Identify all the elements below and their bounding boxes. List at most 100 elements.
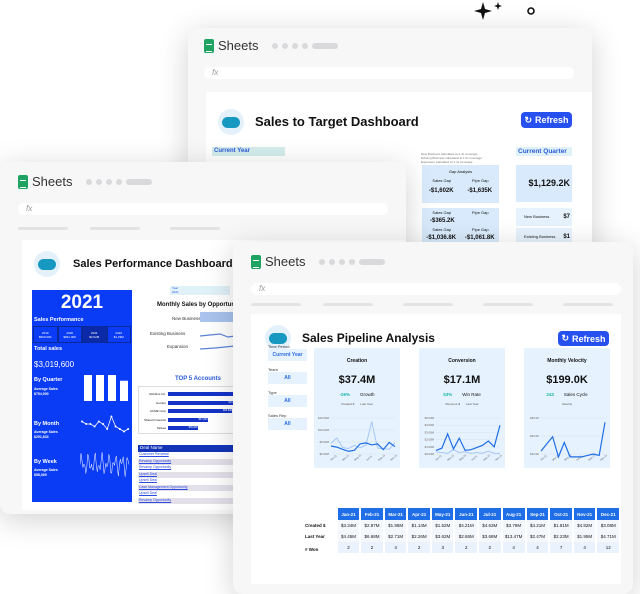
refresh-button[interactable]: ↻ Refresh: [521, 112, 572, 128]
kpi-card: Monthly Velocity $199.0K 243 Sales Cycle Vel…: [524, 348, 610, 468]
table-cell: $1.81M: [550, 520, 572, 531]
account-row: Stokes $35,800: [156, 426, 198, 430]
table-cell: $2.65M: [455, 531, 478, 542]
table-cell: $2.87M: [361, 520, 383, 531]
year-option[interactable]: 2021 $3.02M: [82, 326, 107, 343]
legend-entry: Created $: [341, 402, 355, 406]
formula-bar[interactable]: fx: [18, 203, 388, 215]
line-chart: $5.00M $4.00M $3.00M $2.00M $1.00M $0.00MJan-…: [425, 416, 504, 462]
quarter-row: New Business $7: [516, 208, 572, 226]
table-cell: $1.14M: [408, 520, 430, 531]
month-header: Feb-21: [361, 508, 383, 520]
kpi-value: $17.1M: [443, 374, 481, 386]
year-heading: 2021: [60, 292, 104, 313]
account-row: Robbins Inc.: [139, 391, 236, 397]
quarter-value: $1,129.2K: [516, 165, 572, 202]
table-cell: $4.21M: [455, 520, 478, 531]
table-cell: 4: [573, 542, 596, 553]
table-row: # Won 2 2 4 2 3 2 2 4 4 7 4 12: [305, 542, 619, 553]
sparkline: [200, 333, 235, 350]
formula-bar[interactable]: fx: [251, 283, 621, 295]
year-option[interactable]: 2020 $991.00K: [57, 326, 82, 343]
y-tick: $10.00M: [318, 428, 330, 432]
year-filter[interactable]: Year 2021: [170, 286, 230, 295]
table-cell: $3.62M: [431, 531, 454, 542]
year-option[interactable]: 2019 $600.00K: [33, 326, 58, 343]
y-tick: $20.0K: [530, 434, 539, 438]
line-chart: $15.00M$10.00M$5.00M$0.00MJan-21 Mar-21 Ma…: [318, 416, 398, 462]
chart-title: Monthly Sales by Opportun: [157, 302, 236, 308]
month-header: Dec-21: [597, 508, 619, 520]
sparkline: [200, 312, 235, 322]
deal-table-header: Deal Name: [138, 445, 235, 452]
account-bar: [168, 392, 234, 396]
legend-entry: Last Year: [466, 402, 479, 406]
x-tick: Sep-21: [377, 453, 386, 462]
table-cell: $1.52M: [431, 520, 454, 531]
y-tick: $10.0K: [530, 452, 539, 456]
y-tick: $0.00M: [320, 452, 330, 456]
table-cell: $2.47M: [526, 531, 549, 542]
x-tick: Jul-21: [575, 454, 583, 462]
account-bar: $35,800: [168, 426, 198, 430]
legend-entry: Last Year: [360, 402, 373, 406]
line-chart: $30.0K$20.0K$10.0KJan-21 Mar-21 May-21 Jul-…: [530, 416, 608, 462]
y-tick: $5.00M: [320, 440, 330, 444]
x-tick: Nov-21: [494, 453, 503, 462]
month-header: Jun-21: [455, 508, 478, 520]
filter-dropdown[interactable]: All: [268, 372, 307, 384]
table-cell: $2.26M: [408, 531, 430, 542]
table-cell: 2: [408, 542, 430, 553]
quarter-bar: [84, 375, 92, 401]
kpi-card: Creation $37.4M -26% Growth Created $ Last Ye…: [314, 348, 400, 468]
quarter-bar: [96, 375, 104, 401]
table-cell: $3.79M: [502, 520, 525, 531]
year-selector[interactable]: 2019 $600.00K 2020 $991.00K 2021 $3.02M 2022 $1…: [33, 326, 131, 343]
table-cell: 4: [384, 542, 407, 553]
x-tick: Jul-21: [470, 454, 478, 462]
current-quarter-label: Current Quarter: [516, 147, 572, 156]
account-bar: $47,200: [168, 417, 208, 422]
y-tick: $0.00M: [425, 452, 435, 456]
series-last-year: [330, 421, 396, 450]
month-header: Jul-21: [479, 508, 501, 520]
quarter-bar: [108, 375, 116, 401]
table-cell: $4.82M: [573, 520, 596, 531]
table-cell: $3.68M: [479, 531, 501, 542]
sheets-icon: [204, 38, 214, 53]
total-sales-value: $3,019,600: [34, 360, 75, 369]
deal-row[interactable]: Revamp Opportunity: [138, 497, 235, 504]
page-title: Sales Pipeline Analysis: [302, 331, 435, 345]
y-tick: $3.00M: [425, 430, 435, 434]
table-cell: $4.71M: [597, 531, 619, 542]
monthly-table: Jan-21 Feb-21 Mar-21 Apr-21 May-21 Jun-21 Jul-…: [303, 508, 621, 553]
month-header: Apr-21: [408, 508, 430, 520]
page-title: Sales to Target Dashboard: [255, 114, 419, 129]
formula-bar[interactable]: fx: [204, 67, 574, 79]
refresh-button[interactable]: ↻ Refresh: [558, 331, 609, 346]
y-tick: $2.00M: [425, 438, 435, 442]
account-row: Gordon $70: [155, 400, 233, 405]
filter-dropdown[interactable]: Current Year: [268, 349, 307, 361]
dashboard-sheet: Sales Pipeline Analysis ↻ Refresh Time Pe…: [251, 314, 621, 584]
month-header: May-21: [431, 508, 454, 520]
y-tick: $5.00M: [425, 416, 435, 420]
salesforce-logo: [218, 109, 244, 135]
quarter-bar: [120, 380, 128, 401]
sheets-icon: [18, 174, 28, 189]
table-cell: 7: [550, 542, 572, 553]
sparkle-icon: [474, 2, 535, 20]
table-cell: $13.47M: [502, 531, 525, 542]
month-header: Sep-21: [526, 508, 549, 520]
table-cell: $3.34M: [337, 520, 360, 531]
week-line-chart: [80, 452, 130, 477]
filter-dropdown[interactable]: All: [268, 395, 307, 407]
y-tick: $4.00M: [425, 423, 435, 427]
year-option[interactable]: 2022 $1.29M: [106, 326, 131, 343]
x-tick: Jan-21: [329, 453, 338, 462]
coverage-notes: New Business calculated at 1.4x coverage…: [421, 152, 482, 164]
filter-dropdown[interactable]: All: [268, 418, 307, 430]
table-cell: $1.95M: [573, 531, 596, 542]
x-tick: Sep-21: [482, 453, 491, 462]
account-row: Shared Interests $47,200: [143, 417, 208, 422]
